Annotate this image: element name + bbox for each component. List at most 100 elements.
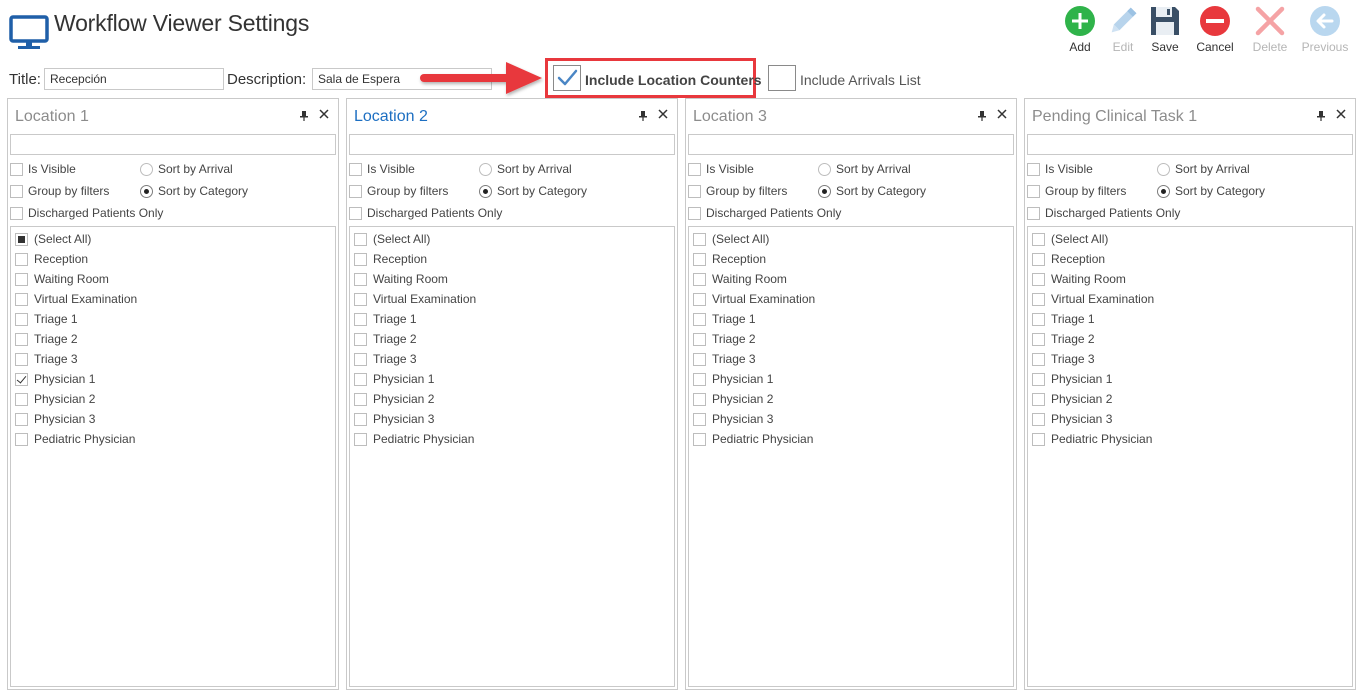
previous-button[interactable]: Previous <box>1296 4 1354 60</box>
pin-icon[interactable] <box>639 111 647 121</box>
location-list-item[interactable]: Waiting Room <box>1032 272 1126 286</box>
location-list-item[interactable]: Triage 1 <box>693 312 756 326</box>
is-visible-checkbox[interactable] <box>10 162 23 176</box>
discharged-only-checkbox[interactable] <box>10 206 23 220</box>
location-list-item[interactable]: Physician 3 <box>1032 412 1112 426</box>
location-item-checkbox[interactable] <box>354 432 367 446</box>
location-item-checkbox[interactable] <box>693 412 706 426</box>
location-item-checkbox[interactable] <box>1032 272 1045 286</box>
location-list-item[interactable]: (Select All) <box>693 232 769 246</box>
location-item-checkbox[interactable] <box>1032 292 1045 306</box>
panel-search-input[interactable] <box>10 134 336 155</box>
location-list-item[interactable]: Physician 3 <box>354 412 434 426</box>
location-item-checkbox[interactable] <box>354 372 367 386</box>
location-item-checkbox[interactable] <box>15 392 28 406</box>
location-item-checkbox[interactable] <box>15 352 28 366</box>
location-item-checkbox[interactable] <box>354 252 367 266</box>
location-item-checkbox[interactable] <box>1032 412 1045 426</box>
pin-icon[interactable] <box>1317 111 1325 121</box>
group-by-filters-option[interactable]: Group by filters <box>349 184 448 198</box>
sort-by-category-radio[interactable] <box>140 184 153 198</box>
location-list-item[interactable]: Virtual Examination <box>15 292 137 306</box>
pin-icon[interactable] <box>300 111 308 121</box>
location-list-item[interactable]: Triage 3 <box>1032 352 1095 366</box>
close-icon[interactable] <box>318 108 330 120</box>
discharged-only-checkbox[interactable] <box>349 206 362 220</box>
location-item-checkbox[interactable] <box>15 292 28 306</box>
location-item-checkbox[interactable] <box>1032 372 1045 386</box>
discharged-only-checkbox[interactable] <box>1027 206 1040 220</box>
is-visible-option[interactable]: Is Visible <box>10 162 76 176</box>
title-input[interactable] <box>44 68 224 90</box>
is-visible-checkbox[interactable] <box>349 162 362 176</box>
sort-by-category-option[interactable]: Sort by Category <box>140 184 248 198</box>
location-list-item[interactable]: Triage 2 <box>693 332 756 346</box>
location-item-checkbox[interactable] <box>15 332 28 346</box>
is-visible-option[interactable]: Is Visible <box>349 162 415 176</box>
panel-search-input[interactable] <box>349 134 675 155</box>
sort-by-arrival-option[interactable]: Sort by Arrival <box>479 162 572 176</box>
location-item-checkbox[interactable] <box>354 332 367 346</box>
location-list-item[interactable]: Triage 2 <box>354 332 417 346</box>
location-list-item[interactable]: Pediatric Physician <box>15 432 135 446</box>
save-button[interactable]: Save <box>1144 4 1186 60</box>
location-list-item[interactable]: Triage 1 <box>1032 312 1095 326</box>
edit-button[interactable]: Edit <box>1102 4 1144 60</box>
sort-by-arrival-radio[interactable] <box>479 162 492 176</box>
location-list-item[interactable]: Waiting Room <box>354 272 448 286</box>
location-item-checkbox[interactable] <box>693 272 706 286</box>
add-button[interactable]: Add <box>1058 4 1102 60</box>
sort-by-category-option[interactable]: Sort by Category <box>818 184 926 198</box>
close-icon[interactable] <box>1335 108 1347 120</box>
discharged-only-option[interactable]: Discharged Patients Only <box>1027 206 1180 220</box>
location-item-checkbox[interactable] <box>1032 392 1045 406</box>
location-item-checkbox[interactable] <box>354 352 367 366</box>
sort-by-arrival-radio[interactable] <box>140 162 153 176</box>
location-list-item[interactable]: Triage 2 <box>1032 332 1095 346</box>
location-item-checkbox[interactable] <box>1032 332 1045 346</box>
location-list-item[interactable]: Physician 1 <box>354 372 434 386</box>
location-list-item[interactable]: Pediatric Physician <box>693 432 813 446</box>
location-list-item[interactable]: Physician 2 <box>354 392 434 406</box>
sort-by-arrival-radio[interactable] <box>818 162 831 176</box>
pin-icon[interactable] <box>978 111 986 121</box>
location-item-checkbox[interactable] <box>15 272 28 286</box>
location-list-item[interactable]: Virtual Examination <box>1032 292 1154 306</box>
group-by-filters-checkbox[interactable] <box>10 184 23 198</box>
location-item-checkbox[interactable] <box>354 292 367 306</box>
group-by-filters-option[interactable]: Group by filters <box>10 184 109 198</box>
location-item-checkbox[interactable] <box>693 372 706 386</box>
location-list-item[interactable]: Reception <box>1032 252 1105 266</box>
location-list-item[interactable]: Reception <box>354 252 427 266</box>
close-icon[interactable] <box>657 108 669 120</box>
location-item-checkbox[interactable] <box>354 232 367 246</box>
sort-by-category-radio[interactable] <box>818 184 831 198</box>
location-item-checkbox[interactable] <box>15 232 28 246</box>
location-item-checkbox[interactable] <box>1032 432 1045 446</box>
group-by-filters-option[interactable]: Group by filters <box>1027 184 1126 198</box>
location-list-item[interactable]: Triage 1 <box>15 312 78 326</box>
discharged-only-option[interactable]: Discharged Patients Only <box>349 206 502 220</box>
panel-search-input[interactable] <box>688 134 1014 155</box>
location-item-checkbox[interactable] <box>693 392 706 406</box>
location-list-item[interactable]: Waiting Room <box>693 272 787 286</box>
location-item-checkbox[interactable] <box>693 432 706 446</box>
is-visible-checkbox[interactable] <box>1027 162 1040 176</box>
location-list-item[interactable]: Virtual Examination <box>693 292 815 306</box>
location-item-checkbox[interactable] <box>1032 312 1045 326</box>
location-list-item[interactable]: Reception <box>15 252 88 266</box>
delete-button[interactable]: Delete <box>1244 4 1296 60</box>
location-item-checkbox[interactable] <box>693 352 706 366</box>
sort-by-category-radio[interactable] <box>479 184 492 198</box>
location-list-item[interactable]: Physician 2 <box>693 392 773 406</box>
close-icon[interactable] <box>996 108 1008 120</box>
location-list-item[interactable]: Triage 1 <box>354 312 417 326</box>
location-item-checkbox[interactable] <box>15 372 28 386</box>
location-item-checkbox[interactable] <box>693 312 706 326</box>
panel-search-input[interactable] <box>1027 134 1353 155</box>
sort-by-category-option[interactable]: Sort by Category <box>479 184 587 198</box>
include-location-counters-checkbox[interactable] <box>553 65 581 91</box>
cancel-button[interactable]: Cancel <box>1186 4 1244 60</box>
is-visible-option[interactable]: Is Visible <box>1027 162 1093 176</box>
location-item-checkbox[interactable] <box>1032 352 1045 366</box>
